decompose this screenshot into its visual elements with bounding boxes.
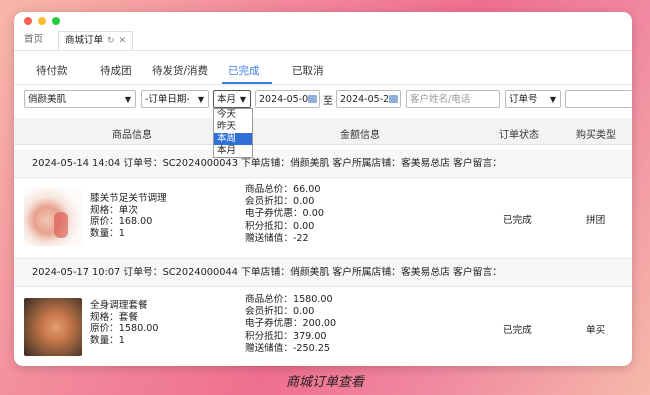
period-option-yesterday[interactable]: 昨天 <box>214 121 252 133</box>
period-option-this-month[interactable]: 本月 <box>214 145 252 157</box>
tab-mall-orders[interactable]: 商城订单 ↻ ✕ <box>58 31 134 50</box>
period-option-today[interactable]: 今天 <box>214 109 252 121</box>
date-from-input[interactable]: 2024-05-01 <box>255 90 320 108</box>
tab-pending-group[interactable]: 待成团 <box>100 63 132 78</box>
product-image[interactable] <box>24 188 82 246</box>
store-select[interactable]: 俏颜美肌 ▼ <box>24 90 136 108</box>
product-info: 全身调理套餐 规格：套餐 原价：1580.00 数量：1 <box>90 300 158 346</box>
store-select-value: 俏颜美肌 <box>28 94 67 105</box>
purchase-type: 拼团 <box>586 215 606 226</box>
maximize-window-button[interactable] <box>52 17 60 25</box>
amount-info: 商品总价：1580.00 会员折扣：0.00 电子券优惠：200.00 积分抵扣… <box>245 294 336 355</box>
date-type-value: -订单日期- <box>145 94 190 105</box>
app-window: 首页 商城订单 ↻ ✕ 待付款 待成团 待发货/消费 已完成 已取消 俏颜美肌 ▼ -… <box>14 12 632 366</box>
date-type-select[interactable]: -订单日期- ▼ <box>141 90 209 108</box>
tab-home[interactable]: 首页 <box>18 31 49 49</box>
page-caption: 商城订单查看 <box>285 375 364 390</box>
period-option-this-week[interactable]: 本周 <box>214 133 252 145</box>
minimize-window-button[interactable] <box>38 17 46 25</box>
date-to-value: 2024-05-21 <box>340 94 396 105</box>
date-to-input[interactable]: 2024-05-21 <box>336 90 401 108</box>
member-discount: 会员折扣：0.00 <box>245 196 315 208</box>
order-header: 2024-05-14 14:04 订单号：SC2024000043 下单店铺：俏… <box>14 150 632 178</box>
customer-search-placeholder: 客户姓名/电话 <box>410 94 471 105</box>
product-spec: 规格：单次 <box>90 204 138 216</box>
search-field-value: 订单号 <box>509 94 538 105</box>
filter-bar: 俏颜美肌 ▼ -订单日期- ▼ 本月 ▼ 2024-05-01 至 2024-05-2… <box>14 90 632 112</box>
order-header: 2024-05-17 10:07 订单号：SC2024000044 下单店铺：俏… <box>14 259 632 287</box>
header-order-status: 订单状态 <box>499 130 539 141</box>
order-number-input[interactable] <box>565 90 632 108</box>
period-value: 本月 <box>217 94 237 105</box>
points-deduction: 积分抵扣：0.00 <box>245 220 315 232</box>
chevron-down-icon: ▼ <box>549 95 556 104</box>
member-discount: 会员折扣：0.00 <box>245 306 315 318</box>
header-product-info: 商品信息 <box>112 130 152 141</box>
period-dropdown: 今天 昨天 本周 本月 <box>213 108 253 158</box>
calendar-icon[interactable] <box>389 95 398 103</box>
product-original-price: 原价：168.00 <box>90 216 153 227</box>
tab-pending-delivery[interactable]: 待发货/消费 <box>152 63 208 78</box>
tab-completed[interactable]: 已完成 <box>228 63 260 78</box>
gift-balance: 赠送储值：-22 <box>245 232 309 244</box>
chevron-down-icon: ▼ <box>239 95 246 104</box>
period-select[interactable]: 本月 ▼ <box>213 90 251 108</box>
status-tabs: 待付款 待成团 待发货/消费 已完成 已取消 <box>14 58 632 85</box>
product-name[interactable]: 膝关节足关节调理 <box>90 193 167 205</box>
product-name[interactable]: 全身调理套餐 <box>90 300 158 312</box>
chevron-down-icon: ▼ <box>124 95 131 104</box>
tab-cancelled[interactable]: 已取消 <box>292 63 324 78</box>
to-label: 至 <box>323 96 333 107</box>
order-status: 已完成 <box>503 325 532 336</box>
purchase-type: 单买 <box>586 325 606 336</box>
product-spec: 规格：套餐 <box>90 311 138 323</box>
tab-label: 商城订单 <box>65 35 104 46</box>
order-status: 已完成 <box>503 215 532 226</box>
product-info: 膝关节足关节调理 规格：单次 原价：168.00 数量：1 <box>90 193 167 239</box>
coupon-discount: 电子券优惠：0.00 <box>245 208 324 220</box>
close-icon[interactable]: ✕ <box>119 32 127 50</box>
active-tab-indicator <box>222 82 272 84</box>
product-quantity: 数量：1 <box>90 334 125 346</box>
header-purchase-type: 购买类型 <box>576 130 616 141</box>
gift-balance: 赠送储值：-250.25 <box>245 342 330 354</box>
product-original-price: 原价：1580.00 <box>90 323 159 334</box>
calendar-icon[interactable] <box>308 95 317 103</box>
tab-pending-payment[interactable]: 待付款 <box>36 63 68 78</box>
date-from-value: 2024-05-01 <box>259 94 315 105</box>
coupon-discount: 电子券优惠：200.00 <box>245 318 337 330</box>
table-header: 商品信息 金额信息 订单状态 购买类型 <box>14 118 632 145</box>
search-field-select[interactable]: 订单号 ▼ <box>505 90 561 108</box>
points-deduction: 积分抵扣：379.00 <box>245 330 327 342</box>
header-amount-info: 金额信息 <box>340 130 380 141</box>
refresh-icon[interactable]: ↻ <box>107 32 115 50</box>
goods-total: 商品总价：1580.00 <box>245 294 333 305</box>
customer-search-input[interactable]: 客户姓名/电话 <box>406 90 500 108</box>
product-quantity: 数量：1 <box>90 227 125 239</box>
close-window-button[interactable] <box>24 17 32 25</box>
tab-bar: 首页 商城订单 ↻ ✕ <box>14 28 632 51</box>
product-image[interactable] <box>24 298 82 356</box>
goods-total: 商品总价：66.00 <box>245 184 321 195</box>
amount-info: 商品总价：66.00 会员折扣：0.00 电子券优惠：0.00 积分抵扣：0.0… <box>245 184 324 245</box>
chevron-down-icon: ▼ <box>197 95 204 104</box>
